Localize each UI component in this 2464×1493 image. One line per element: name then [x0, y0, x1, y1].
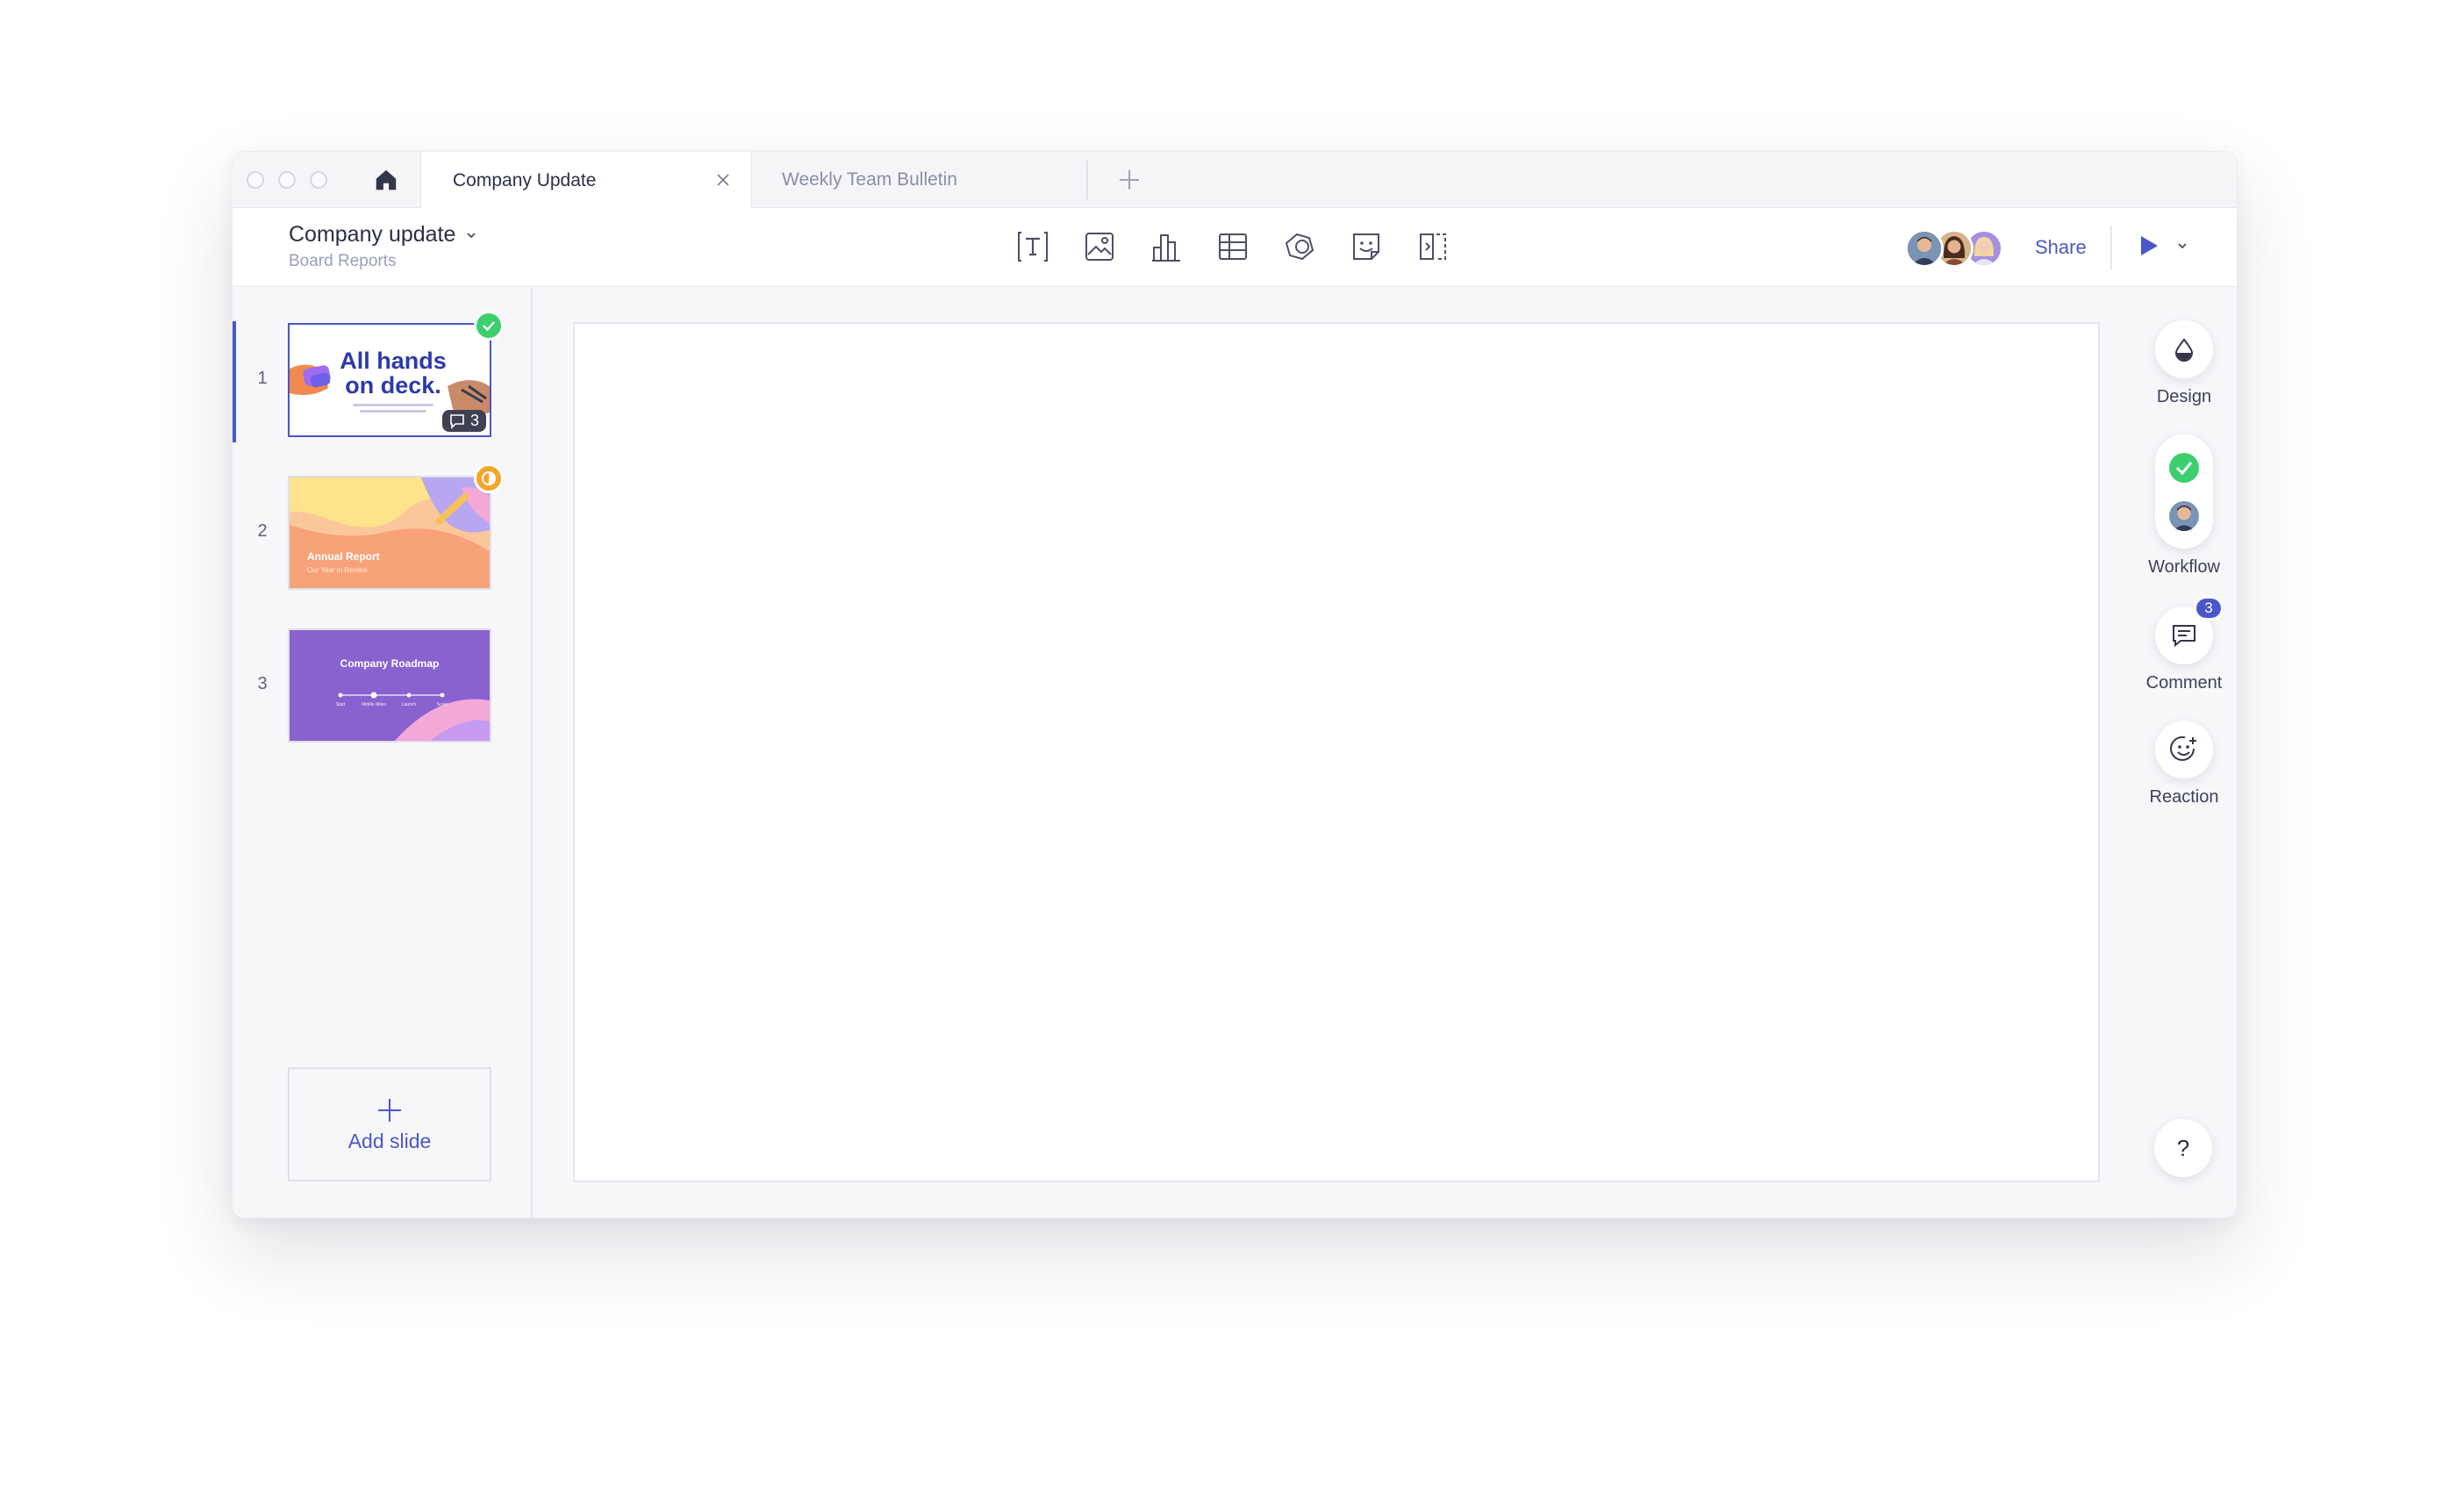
- new-tab-button[interactable]: [1114, 164, 1145, 196]
- slide-1-title-line2: on deck.: [345, 372, 441, 398]
- slide-2-title: Annual Report: [307, 550, 380, 563]
- workflow-label: Workflow: [2148, 557, 2220, 577]
- sticker-icon: [1353, 233, 1379, 260]
- design-label: Design: [2156, 387, 2212, 406]
- workflow-panel-button[interactable]: Workflow: [2140, 434, 2228, 578]
- insert-table-button[interactable]: [1214, 227, 1252, 266]
- comment-count-badge: 3: [2194, 596, 2224, 621]
- share-button[interactable]: Share: [2035, 236, 2087, 259]
- insert-layout-button[interactable]: [1414, 227, 1452, 266]
- milestone-label: Start: [336, 702, 346, 707]
- insert-chart-button[interactable]: [1147, 227, 1185, 266]
- insert-tools: [1014, 227, 1452, 266]
- slide-thumbnail[interactable]: Company Roadmap Start Middle Miles Launc…: [288, 628, 491, 743]
- slide-item[interactable]: 2 Annual Report Our Year in Review: [233, 463, 533, 592]
- close-icon[interactable]: [714, 171, 732, 189]
- comment-icon: [450, 413, 464, 429]
- play-icon: [2141, 236, 2158, 255]
- close-window-button[interactable]: [247, 171, 264, 189]
- in-progress-status-badge: [474, 463, 504, 493]
- slide-number: 2: [257, 521, 268, 541]
- table-icon: [1219, 233, 1247, 260]
- milestone-label: Scale: [437, 702, 448, 707]
- tab-company-update[interactable]: Company Update: [420, 152, 752, 209]
- maximize-window-button[interactable]: [310, 171, 327, 189]
- insert-text-button[interactable]: [1014, 227, 1052, 266]
- add-slide-button[interactable]: Add slide: [288, 1067, 491, 1181]
- slide-2-subtitle: Our Year in Review: [307, 566, 368, 574]
- insert-shape-button[interactable]: [1280, 227, 1319, 266]
- comment-count-chip[interactable]: 3: [441, 410, 486, 432]
- comment-count: 3: [469, 412, 479, 429]
- layout-icon: [1420, 233, 1446, 260]
- slide-thumbnail[interactable]: Annual Report Our Year in Review: [288, 476, 491, 590]
- milestone-label: Middle Miles: [362, 702, 386, 707]
- slide-item[interactable]: 3 Company Roadmap Start Middle Miles Lau…: [233, 628, 533, 744]
- toolbar-divider: [2110, 226, 2112, 269]
- present-button[interactable]: [2138, 234, 2189, 257]
- check-icon: [483, 321, 495, 332]
- slide-3-artwork: Company Roadmap Start Middle Miles Launc…: [290, 630, 490, 741]
- document-title: Company update: [289, 222, 456, 247]
- droplet-icon: [2174, 338, 2194, 362]
- half-circle-icon: [482, 471, 496, 485]
- tab-weekly-team-bulletin[interactable]: Weekly Team Bulletin: [757, 152, 1089, 208]
- workflow-button[interactable]: [2155, 434, 2213, 549]
- slide-item[interactable]: 1 All hands on deck. 3: [233, 311, 533, 439]
- slide-number: 1: [257, 369, 268, 388]
- insert-image-button[interactable]: [1080, 227, 1119, 266]
- toolbar: Company update Board Reports Share: [233, 208, 2237, 287]
- avatar: [2169, 500, 2199, 531]
- tab-label: Weekly Team Bulletin: [782, 169, 957, 190]
- home-icon: [376, 169, 397, 190]
- minimize-window-button[interactable]: [278, 171, 296, 189]
- help-button[interactable]: ?: [2154, 1119, 2212, 1177]
- person-avatar-icon: [1908, 232, 1941, 265]
- chevron-down-icon[interactable]: [2175, 239, 2189, 253]
- comment-icon: [2173, 625, 2195, 648]
- help-label: ?: [2176, 1134, 2190, 1161]
- comment-panel-button[interactable]: 3 Comment: [2140, 596, 2228, 693]
- comment-label: Comment: [2145, 673, 2223, 693]
- plus-icon: [1120, 170, 1139, 190]
- collaborator-avatars[interactable]: [1905, 229, 2010, 268]
- slide-number: 3: [257, 674, 268, 693]
- reaction-label: Reaction: [2149, 787, 2219, 807]
- design-button[interactable]: [2155, 320, 2213, 378]
- app-window: Company Update Weekly Team Bulletin Comp…: [232, 151, 2238, 1218]
- document-folder[interactable]: Board Reports: [289, 252, 397, 271]
- add-slide-label: Add slide: [347, 1129, 432, 1152]
- plus-icon: [378, 1098, 401, 1122]
- reaction-panel-button[interactable]: Reaction: [2140, 721, 2228, 808]
- slide-1-title-line1: All hands: [340, 348, 447, 374]
- slide-sidebar: 1 All hands on deck. 3 2 Annual Report O…: [233, 288, 533, 1217]
- slide-thumbnail[interactable]: All hands on deck. 3: [288, 323, 491, 437]
- shape-icon: [1285, 233, 1314, 261]
- window-controls: [247, 171, 327, 189]
- chevron-down-icon: [467, 232, 476, 238]
- insert-sticker-button[interactable]: [1347, 227, 1386, 266]
- approved-status-badge: [474, 311, 504, 341]
- reaction-button[interactable]: [2155, 721, 2213, 779]
- home-button[interactable]: [364, 164, 408, 196]
- milestone-label: Launch: [402, 702, 417, 707]
- slide-3-title: Company Roadmap: [340, 657, 440, 670]
- avatar[interactable]: [1905, 229, 1944, 268]
- slide-2-artwork: Annual Report Our Year in Review: [290, 477, 490, 588]
- comment-button[interactable]: 3: [2155, 596, 2224, 664]
- chart-icon: [1152, 234, 1180, 262]
- add-reaction-icon: [2170, 736, 2196, 761]
- slide-canvas[interactable]: [573, 322, 2100, 1182]
- design-panel-button[interactable]: Design: [2140, 320, 2228, 407]
- check-circle-icon: [2169, 452, 2199, 483]
- tab-divider: [1086, 161, 1088, 199]
- document-title-dropdown[interactable]: Company update: [289, 222, 478, 248]
- tab-bar: Company Update Weekly Team Bulletin: [233, 152, 2237, 209]
- image-icon: [1085, 233, 1114, 261]
- tab-label: Company Update: [453, 169, 597, 190]
- text-icon: [1018, 232, 1048, 262]
